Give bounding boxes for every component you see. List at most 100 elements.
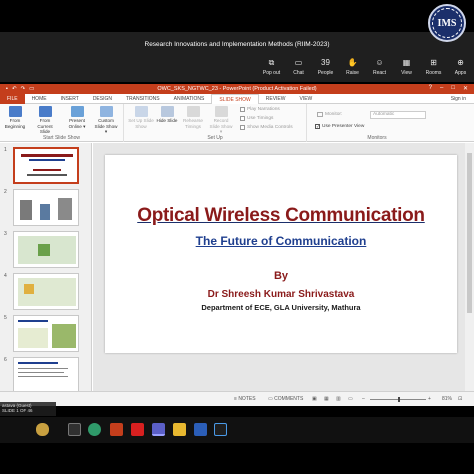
checkbox-box <box>240 107 245 112</box>
store-icon[interactable] <box>214 423 227 436</box>
tab-home[interactable]: HOME <box>25 94 54 104</box>
comments-button[interactable]: ▭ COMMENTS <box>268 396 303 402</box>
slide-thumbnail-1[interactable] <box>13 147 79 184</box>
pdf-icon[interactable] <box>131 423 144 436</box>
tab-animations[interactable]: ANIMATIONS <box>167 94 212 104</box>
slide-thumbnail-5[interactable] <box>13 315 79 352</box>
apps-icon: ⊕ <box>457 58 464 67</box>
slide-subtitle[interactable]: The Future of Communication <box>105 234 457 248</box>
normal-view-button[interactable]: ▣ <box>312 396 317 402</box>
tab-view[interactable]: VIEW <box>293 94 320 104</box>
slide-thumbnails-pane: 1 2 3 4 5 6 <box>0 143 92 391</box>
rooms-button[interactable]: ⊞ Rooms <box>420 54 447 80</box>
start-slide-show-group: From Beginning From Current Slide Presen… <box>0 104 124 142</box>
record-slide-show-button[interactable]: Record Slide Show ▾ <box>208 106 234 135</box>
use-timings-label: Use Timings <box>247 116 274 121</box>
raise-hand-icon: ✋ <box>347 58 358 67</box>
tab-file[interactable]: FILE <box>0 93 25 104</box>
maximize-button[interactable]: □ <box>451 85 455 92</box>
custom-slide-show-button[interactable]: Custom Slide Show ▾ <box>93 106 119 135</box>
thumb-text-line <box>18 368 68 369</box>
pop-out-button[interactable]: ⧉ Pop out <box>258 54 285 80</box>
rooms-icon: ⊞ <box>430 58 437 67</box>
slide-thumbnail-2[interactable] <box>13 189 79 226</box>
people-button[interactable]: 39 People <box>312 54 339 80</box>
tab-design[interactable]: DESIGN <box>86 94 119 104</box>
set-up-slide-show-button[interactable]: Set Up Slide Show <box>128 106 154 129</box>
react-button[interactable]: ☺ React <box>366 54 393 80</box>
scroll-thumb[interactable] <box>467 153 472 313</box>
play-narrations-checkbox[interactable]: Play Narrations <box>240 107 280 112</box>
slide-counter: SLIDE 1 OF 46 <box>2 408 33 413</box>
slide-thumbnail-4[interactable] <box>13 273 79 310</box>
raise-hand-button[interactable]: ✋ Raise <box>339 54 366 80</box>
edge-icon[interactable] <box>88 423 101 436</box>
use-presenter-view-checkbox[interactable]: ✓ Use Presenter View <box>315 124 364 130</box>
rooms-label: Rooms <box>425 70 442 76</box>
teams-icon[interactable] <box>152 423 165 436</box>
thumb-text-block <box>18 328 48 348</box>
apps-label: Apps <box>454 70 467 76</box>
slideshow-view-button[interactable]: ▭ <box>348 396 353 402</box>
notes-button[interactable]: ≡ NOTES <box>234 396 256 402</box>
powerpoint-icon[interactable] <box>110 423 123 436</box>
tab-review[interactable]: REVIEW <box>259 94 293 104</box>
zoom-out-button[interactable]: – <box>362 396 365 402</box>
monitor-select[interactable]: Automatic <box>370 111 426 119</box>
react-label: React <box>372 70 387 76</box>
present-online-button[interactable]: Present Online ▾ <box>64 106 90 129</box>
tab-transitions[interactable]: TRANSITIONS <box>119 94 167 104</box>
slide-author[interactable]: Dr Shreesh Kumar Shrivastava <box>105 289 457 300</box>
zoom-level[interactable]: 81% <box>442 396 452 402</box>
rehearse-timings-button[interactable]: Rehearse Timings <box>180 106 206 129</box>
set-up-group: Set Up Slide Show Hide Slide Rehearse Ti… <box>124 104 307 142</box>
thumb-number: 1 <box>4 147 7 153</box>
monitors-group: Monitor: ✓ Use Presenter View Monitors <box>307 104 447 142</box>
vertical-scrollbar[interactable] <box>465 143 474 391</box>
thumb-image <box>58 198 72 220</box>
view-button[interactable]: ▦ View <box>393 54 420 80</box>
zoom-slider-thumb[interactable] <box>398 397 400 402</box>
show-media-controls-checkbox[interactable]: Show Media Controls <box>240 125 293 130</box>
thumb-author-line <box>33 169 61 171</box>
close-button[interactable]: ✕ <box>463 85 468 92</box>
hide-slide-button[interactable]: Hide Slide <box>154 106 180 124</box>
slide-sorter-button[interactable]: ▦ <box>324 396 329 402</box>
slide-thumbnail-3[interactable] <box>13 231 79 268</box>
zoom-in-button[interactable]: + <box>428 396 431 402</box>
slide-by[interactable]: By <box>105 270 457 282</box>
folder-icon[interactable] <box>173 423 186 436</box>
hide-slide-label: Hide Slide <box>156 118 178 123</box>
from-beginning-button[interactable]: From Beginning <box>2 106 28 129</box>
chat-button[interactable]: ▭ Chat <box>285 54 312 80</box>
monitor-icon <box>317 112 323 117</box>
from-current-slide-button[interactable]: From Current Slide <box>32 106 58 135</box>
minimize-button[interactable]: – <box>440 85 443 92</box>
thumb-diagram <box>24 284 34 294</box>
use-timings-checkbox[interactable]: Use Timings <box>240 116 273 121</box>
help-button[interactable]: ? <box>429 85 432 92</box>
raise-label: Raise <box>346 70 359 76</box>
slide-thumbnail-6[interactable] <box>13 357 79 391</box>
chat-label: Chat <box>293 70 304 76</box>
fit-slide-button[interactable]: ⊡ <box>458 396 462 402</box>
start-group-label: Start Slide Show <box>43 135 80 141</box>
word-icon[interactable] <box>194 423 207 436</box>
checkbox-box <box>240 125 245 130</box>
slide-department[interactable]: Department of ECE, GLA University, Mathu… <box>105 303 457 312</box>
from-current-icon <box>38 106 52 117</box>
task-view-icon[interactable] <box>68 423 81 436</box>
reading-view-button[interactable]: ▥ <box>336 396 341 402</box>
slide-title[interactable]: Optical Wireless Communication <box>105 205 457 227</box>
tab-slide-show[interactable]: SLIDE SHOW <box>211 93 259 104</box>
sign-in-link[interactable]: Sign in <box>451 96 466 102</box>
powerpoint-window: ▪ ↶ ↷ ▭ OWC_SKS_NGTWC_23 - PowerPoint (P… <box>0 84 474 406</box>
checkbox-box <box>240 116 245 121</box>
current-slide[interactable]: Optical Wireless Communication The Futur… <box>105 155 457 353</box>
weather-icon[interactable] <box>36 423 49 436</box>
title-bar: ▪ ↶ ↷ ▭ OWC_SKS_NGTWC_23 - PowerPoint (P… <box>0 84 474 94</box>
tab-insert[interactable]: INSERT <box>54 94 86 104</box>
apps-button[interactable]: ⊕ Apps <box>447 54 474 80</box>
monitor-text: Monitor: <box>325 112 343 117</box>
record-icon <box>214 106 228 117</box>
